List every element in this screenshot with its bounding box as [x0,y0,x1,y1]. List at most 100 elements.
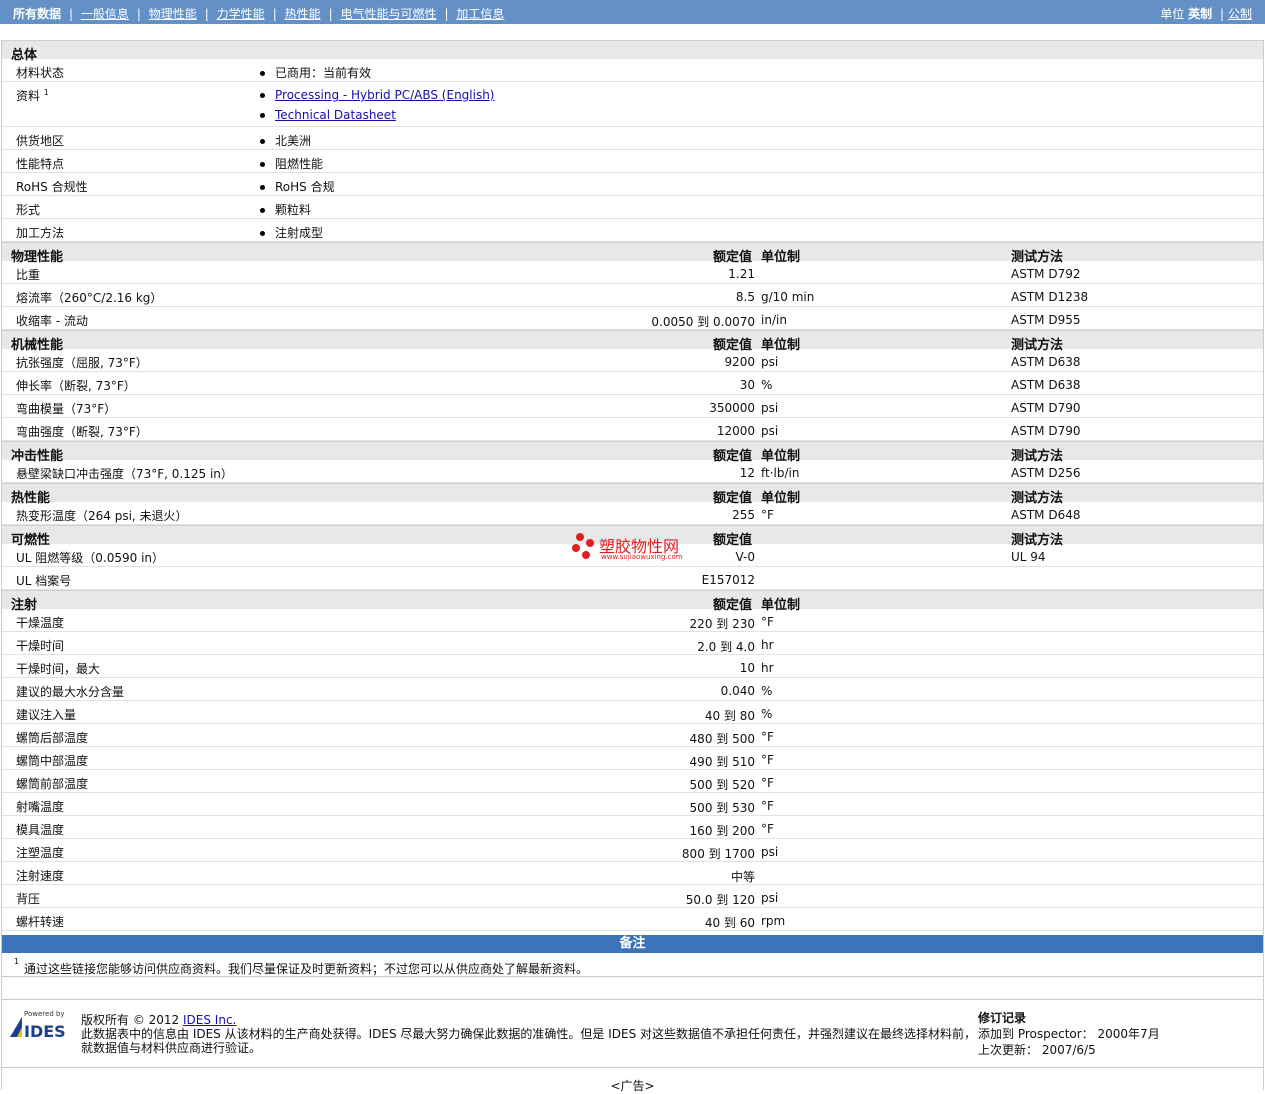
general-row: 形式 颗粒料 [2,196,1263,219]
property-value: 40 到 80 [704,709,755,723]
property-row: 弯曲模量（73°F） 350000 psi ASTM D790 [2,395,1263,418]
property-label: 螺筒前部温度 [16,777,89,791]
property-value: 9200 [724,355,755,369]
property-value: 8.5 [735,290,755,304]
property-row: 熔流率（260°C/2.16 kg） 8.5 g/10 min ASTM D1238 [2,284,1263,307]
property-unit: °F [761,822,774,836]
property-test-method: UL 94 [1011,550,1046,564]
property-test-method: ASTM D790 [1011,401,1081,415]
property-value: 12 [739,466,755,480]
property-label: 熔流率（260°C/2.16 kg） [16,291,163,305]
technical-datasheet-link[interactable]: Technical Datasheet [275,108,396,122]
general-label: 形式 [16,203,41,217]
property-unit: ft·lb/in [761,466,800,480]
property-label: 螺杆转速 [16,915,65,929]
property-value: 1.21 [728,267,755,281]
unit-imperial[interactable]: 英制 [1188,7,1212,21]
nav-separator: | [69,7,74,21]
property-row: 螺杆转速 40 到 60 rpm [2,908,1263,931]
footer: Powered by IDES 版权所有 © 2012 IDES Inc. 此数… [2,999,1263,1068]
property-value: 40 到 60 [704,916,755,930]
property-label: 弯曲强度（断裂, 73°F） [16,425,148,439]
property-row: 建议的最大水分含量 0.040% [2,678,1263,701]
unit-switcher: 单位 英制 | 公制 [1160,5,1252,22]
property-value: 0.040 [720,684,755,698]
nav-separator: | [272,7,277,21]
nav-thermal[interactable]: 热性能 [285,7,321,21]
general-label: 资料 1 [16,88,49,103]
property-unit: g/10 min [761,290,815,304]
property-value: 255 [732,508,755,522]
bullet-icon [260,162,265,167]
unit-metric[interactable]: 公制 [1228,7,1252,21]
property-row: 射嘴温度 500 到 530 °F [2,793,1263,816]
property-test-method: ASTM D256 [1011,466,1081,480]
unit-label: 单位 [1160,7,1185,21]
nav-general-info[interactable]: 一般信息 [81,7,129,21]
property-row: 比重 1.21 ASTM D792 [2,261,1263,284]
property-unit: hr [761,661,774,675]
general-row: 资料 1 Processing - Hybrid PC/ABS (English… [2,82,1263,127]
bullet-icon [260,113,265,118]
property-value: 2.0 到 4.0 [697,640,755,654]
property-value: E157012 [701,573,755,587]
nav-electrical[interactable]: 电气性能与可燃性 [340,7,436,21]
property-value: 10 [739,661,755,675]
nav-mechanical[interactable]: 力学性能 [217,7,265,21]
nav-separator: | [328,7,333,21]
property-label: 建议的最大水分含量 [16,685,125,699]
property-value: 500 到 520 [689,778,755,792]
property-unit: % [761,684,773,698]
nav-all-data[interactable]: 所有数据 [13,7,61,21]
processing-doc-link[interactable]: Processing - Hybrid PC/ABS (English) [275,88,495,102]
added-date: 添加到 Prospector： 2000年7月 [978,1027,1160,1041]
property-row: UL 档案号 E157012 [2,567,1263,590]
property-label: 收缩率 - 流动 [16,314,88,328]
property-label: 抗张强度（屈服, 73°F） [16,356,148,370]
nav-separator: | [204,7,209,21]
ad-placeholder[interactable]: <广告> [2,1077,1263,1094]
property-row: 螺筒中部温度 490 到 510 °F [2,747,1263,770]
property-value: 490 到 510 [689,755,755,769]
property-row: 螺筒前部温度 500 到 520 °F [2,770,1263,793]
general-row: 供货地区 北美洲 [2,127,1263,150]
general-row: 材料状态 已商用：当前有效 [2,59,1263,82]
property-label: 射嘴温度 [16,800,65,814]
general-label: 加工方法 [16,226,65,240]
property-value: 350000 [709,401,755,415]
revision-title: 修订记录 [978,1011,1027,1025]
property-row: 注塑温度 800 到 1700 psi [2,839,1263,862]
property-test-method: ASTM D790 [1011,424,1081,438]
general-row: RoHS 合规性 RoHS 合规 [2,173,1263,196]
property-unit: psi [761,891,779,905]
property-row: 注射速度 中等 [2,862,1263,885]
section-header: 热性能 额定值 单位制 测试方法 [2,483,1263,506]
section-header-general: 总体 [2,40,1263,63]
property-row: 弯曲强度（断裂, 73°F） 12000 psi ASTM D790 [2,418,1263,441]
property-unit: % [761,707,773,721]
section-header: 机械性能 额定值 单位制 测试方法 [2,330,1263,353]
nav-separator: | [136,7,141,21]
nav-physical[interactable]: 物理性能 [149,7,197,21]
property-label: 比重 [16,268,41,282]
watermark-logo-icon [572,533,594,559]
property-unit: hr [761,638,774,652]
notes-bar: 备注 [2,935,1263,953]
property-row: 收缩率 - 流动 0.0050 到 0.0070 in/in ASTM D955 [2,307,1263,330]
property-row: 干燥时间 2.0 到 4.0 hr [2,632,1263,655]
nav-processing[interactable]: 加工信息 [456,7,504,21]
ides-logo[interactable]: Powered by IDES [8,1009,74,1039]
doc-link-item: Processing - Hybrid PC/ABS (English) [260,88,495,102]
svg-text:IDES: IDES [24,1022,66,1039]
property-unit: % [761,378,773,392]
footnote-row: 1 通过这些链接您能够访问供应商资料。我们尽量保证及时更新资料；不过您可以从供应… [2,954,1263,977]
property-unit: °F [761,753,774,767]
general-label: 材料状态 [16,66,65,80]
general-value: 颗粒料 [260,201,311,218]
property-row: 干燥温度 220 到 230 °F [2,609,1263,632]
property-row: 建议注入量 40 到 80% [2,701,1263,724]
general-value: RoHS 合规 [260,178,335,195]
property-value: 0.0050 到 0.0070 [651,315,755,329]
property-label: 悬壁梁缺口冲击强度（73°F, 0.125 in） [16,467,233,481]
property-value: 800 到 1700 [681,847,755,861]
